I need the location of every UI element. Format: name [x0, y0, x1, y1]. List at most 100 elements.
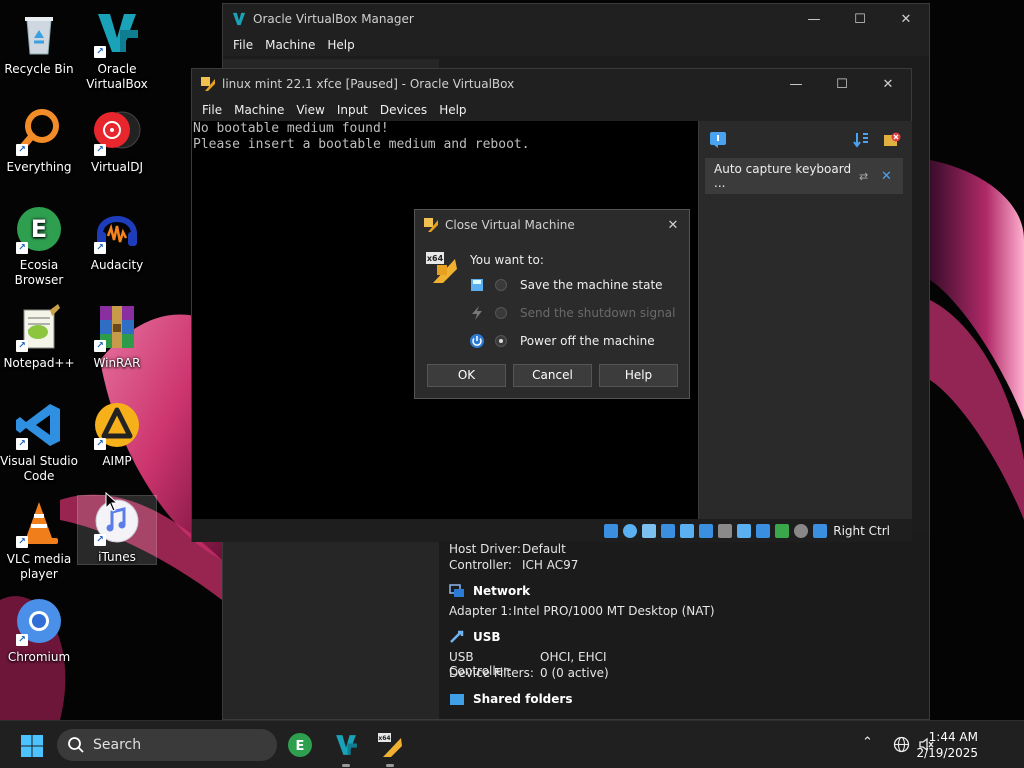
shortcut-arrow-icon: ↗ — [94, 534, 106, 546]
shortcut-arrow-icon: ↗ — [16, 242, 28, 254]
power-icon — [470, 334, 484, 348]
notification-center-icon[interactable] — [709, 131, 727, 149]
desktop-icon-label: Visual Studio Code — [0, 454, 78, 483]
menu-machine[interactable]: Machine — [228, 103, 290, 117]
search-icon — [68, 737, 84, 753]
display-icon[interactable] — [718, 523, 733, 538]
option-power-off[interactable]: Power off the machine — [469, 333, 655, 349]
vm-titlebar[interactable]: linux mint 22.1 xfce [Paused] - Oracle V… — [192, 69, 911, 99]
menu-machine[interactable]: Machine — [259, 38, 321, 52]
network-icon — [449, 584, 464, 597]
vm-os-icon — [424, 218, 438, 232]
mouse-integration-icon[interactable] — [794, 523, 809, 538]
cancel-button[interactable]: Cancel — [513, 364, 592, 387]
radio-shutdown-signal — [495, 307, 507, 319]
svg-text:x64: x64 — [427, 254, 444, 263]
svg-text:x64: x64 — [378, 735, 390, 742]
desktop-icon-virtualdj[interactable]: ↗ VirtualDJ — [78, 106, 156, 175]
desktop-icon-ecosia-browser[interactable]: E ↗ Ecosia Browser — [0, 204, 78, 288]
folder-icon — [450, 694, 464, 705]
usb-section-header[interactable]: USB — [449, 626, 929, 648]
usb-icon[interactable] — [680, 523, 695, 538]
close-button[interactable]: ✕ — [883, 4, 929, 34]
radio-power-off[interactable] — [495, 335, 507, 347]
desktop-icon-everything[interactable]: ↗ Everything — [0, 106, 78, 175]
optical-drive-icon[interactable] — [623, 523, 638, 538]
taskbar-app-vm[interactable]: x64 — [374, 729, 406, 767]
virtualization-icon[interactable] — [756, 523, 771, 538]
menu-file[interactable]: File — [196, 103, 228, 117]
close-button[interactable]: ✕ — [657, 210, 689, 240]
menu-file[interactable]: File — [227, 38, 259, 52]
svg-text:E: E — [31, 215, 47, 243]
shared-folders-icon[interactable] — [699, 523, 714, 538]
minimize-button[interactable]: — — [773, 69, 819, 99]
chevron-up-icon[interactable]: ⌃ — [862, 735, 873, 750]
windows-start-icon[interactable] — [20, 734, 44, 758]
keyboard-capture-icon[interactable] — [813, 523, 828, 538]
desktop-icon-label: Oracle VirtualBox — [86, 62, 148, 91]
desktop-icon-vscode[interactable]: ↗ Visual Studio Code — [0, 400, 78, 484]
menu-view[interactable]: View — [290, 103, 330, 117]
recording-icon[interactable] — [737, 523, 752, 538]
vm-menubar: File Machine View Input Devices Help — [192, 99, 911, 121]
detail-row: Controller: ICH AC97 — [449, 558, 579, 572]
clock-time: 1:44 AM — [928, 730, 978, 744]
network-icon[interactable] — [661, 523, 676, 538]
running-indicator — [386, 764, 394, 767]
menu-input[interactable]: Input — [331, 103, 374, 117]
help-button[interactable]: Help — [599, 364, 678, 387]
dialog-titlebar[interactable]: Close Virtual Machine ✕ — [415, 210, 689, 240]
desktop-icon-label: Chromium — [7, 650, 71, 664]
manager-title: Oracle VirtualBox Manager — [253, 12, 414, 26]
desktop-icon-chromium[interactable]: ↗ Chromium — [0, 596, 78, 665]
close-vm-dialog[interactable]: Close Virtual Machine ✕ x64 You want to:… — [414, 209, 690, 399]
desktop-icon-oracle-virtualbox[interactable]: ↗ Oracle VirtualBox — [78, 8, 156, 92]
notification-toggle-icon[interactable]: ⇄ — [859, 170, 881, 183]
minimize-button[interactable]: — — [791, 4, 837, 34]
desktop-icon-label: VirtualDJ — [91, 160, 143, 174]
desktop-icon-label: Recycle Bin — [4, 62, 74, 76]
virtualbox-icon — [336, 735, 357, 755]
sort-icon[interactable] — [853, 132, 869, 148]
radio-save-state[interactable] — [495, 279, 507, 291]
notification-item[interactable]: Auto capture keyboard ... ⇄ ✕ — [705, 158, 903, 194]
shortcut-arrow-icon: ↗ — [94, 144, 106, 156]
taskbar-search-box[interactable]: Search — [57, 729, 277, 761]
dialog-prompt: You want to: — [470, 253, 544, 267]
desktop-icon-label: Notepad++ — [3, 356, 75, 370]
shared-folders-section-header[interactable]: Shared folders — [449, 688, 929, 710]
desktop-icon-aimp[interactable]: ↗ AIMP — [78, 400, 156, 469]
desktop-icon-winrar[interactable]: ↗ WinRAR — [78, 302, 156, 371]
desktop-icon-notepadpp[interactable]: ↗ Notepad++ — [0, 302, 78, 371]
option-save-state[interactable]: Save the machine state — [469, 277, 663, 293]
detail-row: USB Controller: OHCI, EHCI — [449, 650, 607, 678]
audio-icon[interactable] — [642, 523, 657, 538]
taskbar-clock[interactable]: 1:44 AM 2/19/2025 — [916, 729, 978, 761]
lightning-icon — [472, 306, 482, 320]
taskbar-app-ecosia[interactable]: E — [284, 729, 316, 761]
menu-help[interactable]: Help — [433, 103, 472, 117]
maximize-button[interactable]: ☐ — [819, 69, 865, 99]
clock-date: 2/19/2025 — [916, 746, 978, 760]
desktop-icon-vlc[interactable]: ↗ VLC media player — [0, 498, 78, 582]
desktop-icon-audacity[interactable]: ↗ Audacity — [78, 204, 156, 273]
manager-titlebar[interactable]: Oracle VirtualBox Manager — ☐ ✕ — [223, 4, 929, 34]
menu-help[interactable]: Help — [321, 38, 360, 52]
shortcut-arrow-icon: ↗ — [94, 438, 106, 450]
close-button[interactable]: ✕ — [865, 69, 911, 99]
shortcut-arrow-icon: ↗ — [16, 634, 28, 646]
network-section-header[interactable]: Network — [449, 580, 929, 602]
cpu-execution-icon[interactable] — [775, 523, 790, 538]
virtualbox-icon — [232, 12, 246, 26]
desktop-icon-recycle-bin[interactable]: Recycle Bin — [0, 8, 78, 77]
menu-devices[interactable]: Devices — [374, 103, 433, 117]
maximize-button[interactable]: ☐ — [837, 4, 883, 34]
ok-button[interactable]: OK — [427, 364, 506, 387]
taskbar-app-virtualbox[interactable] — [330, 729, 362, 767]
desktop-icon-label: Audacity — [90, 258, 144, 272]
globe-network-icon[interactable] — [893, 736, 910, 753]
hard-disk-icon[interactable] — [604, 523, 619, 538]
clear-all-icon[interactable] — [883, 132, 901, 148]
notification-close-icon[interactable]: ✕ — [881, 169, 903, 184]
